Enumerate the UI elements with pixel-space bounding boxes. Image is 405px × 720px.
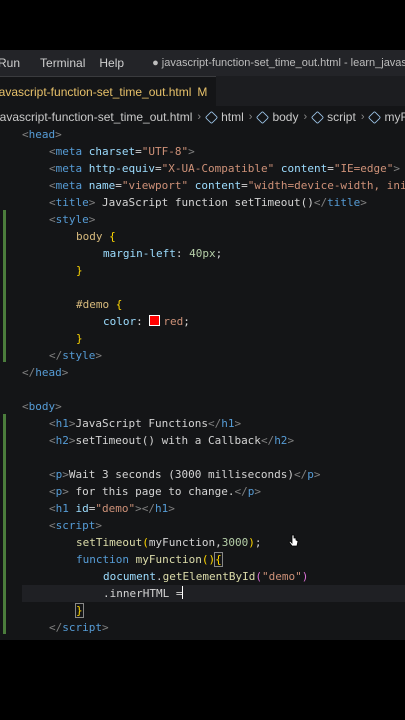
code-line: #demo { bbox=[76, 298, 123, 311]
meta-content-value: IE=edge bbox=[340, 162, 387, 175]
bottom-black-area bbox=[0, 640, 405, 720]
code-line: <h1 id="demo"></h1> bbox=[49, 502, 175, 515]
css-body-selector: body bbox=[76, 230, 103, 243]
code-line: <script> bbox=[49, 519, 102, 532]
breadcrumb-html-label: html bbox=[221, 110, 244, 124]
breadcrumb: javascript-function-set_time_out.html › … bbox=[0, 106, 405, 128]
breadcrumb-function-label: myFunction bbox=[384, 110, 405, 124]
color-swatch-icon[interactable] bbox=[149, 315, 161, 326]
code-line: </style> bbox=[49, 349, 102, 362]
h1-text: JavaScript Functions bbox=[75, 417, 208, 430]
code-line: <meta http-equiv="X-UA-Compatible" conte… bbox=[49, 162, 401, 175]
meta-name-value: viewport bbox=[128, 179, 182, 192]
title-text: JavaScript function setTimeout() bbox=[95, 196, 314, 209]
tab-bar: javascript-function-set_time_out.html M bbox=[0, 76, 405, 106]
code-line: <p>Wait 3 seconds (3000 milliseconds)</p… bbox=[49, 468, 321, 481]
css-margin-value: 40px bbox=[189, 247, 216, 260]
menu-item-terminal[interactable]: Terminal bbox=[40, 56, 93, 70]
css-color-prop: color bbox=[103, 315, 137, 328]
menu-item-help[interactable]: Help bbox=[99, 56, 132, 70]
code-line: </script> bbox=[49, 621, 109, 634]
fn-name: myFunction bbox=[135, 553, 202, 566]
function-icon bbox=[368, 110, 382, 124]
code-line: <meta name="viewport" content="width=dev… bbox=[49, 177, 405, 194]
git-change-bar bbox=[3, 414, 6, 634]
inner-prop: .innerHTML = bbox=[103, 587, 183, 600]
breadcrumb-file[interactable]: javascript-function-set_time_out.html bbox=[0, 110, 192, 124]
code-line: </head> bbox=[22, 366, 69, 379]
code-line: <body> bbox=[22, 400, 62, 413]
element-icon bbox=[204, 110, 219, 124]
code-line: <p> for this page to change.</p> bbox=[49, 485, 261, 498]
breadcrumb-body-label: body bbox=[272, 110, 299, 124]
editor-tab[interactable]: javascript-function-set_time_out.html M bbox=[0, 76, 216, 106]
modified-badge: M bbox=[197, 85, 208, 99]
call-arg2: 3000 bbox=[221, 536, 249, 549]
element-icon bbox=[256, 110, 270, 124]
breadcrumb-html[interactable]: html bbox=[204, 110, 244, 124]
breadcrumb-file-label: javascript-function-set_time_out.html bbox=[0, 110, 193, 124]
breadcrumb-script-label: script bbox=[327, 110, 356, 124]
meta-viewport-content: width=device-width, initial-scale=1.0 bbox=[254, 179, 405, 192]
code-line: body { bbox=[76, 230, 116, 243]
css-demo-selector: #demo bbox=[76, 298, 110, 311]
text-cursor bbox=[182, 586, 184, 599]
code-line: <meta charset="UTF-8"> bbox=[49, 145, 195, 158]
code-line: } bbox=[76, 264, 83, 277]
h1-id-value: demo bbox=[102, 502, 129, 515]
chevron-right-icon: › bbox=[360, 111, 365, 123]
code-line: } bbox=[75, 603, 84, 618]
breadcrumb-function[interactable]: myFunction bbox=[368, 110, 405, 124]
doc-obj: document bbox=[103, 570, 156, 583]
code-editor[interactable]: <head> <meta charset="UTF-8"> <meta http… bbox=[0, 128, 405, 640]
code-line: <h1>JavaScript Functions</h1> bbox=[49, 417, 242, 430]
mouse-pointer-icon bbox=[288, 534, 299, 547]
p1-text: Wait 3 seconds (3000 milliseconds) bbox=[68, 468, 295, 481]
call-fn: setTimeout bbox=[76, 536, 143, 549]
chevron-right-icon: › bbox=[303, 111, 308, 123]
chevron-right-icon: › bbox=[197, 111, 202, 123]
get-arg: "demo" bbox=[261, 570, 302, 583]
code-line: <head> bbox=[22, 128, 62, 141]
meta-charset-value: UTF-8 bbox=[148, 145, 182, 158]
code-line: color: red; bbox=[103, 315, 190, 328]
breadcrumb-script[interactable]: script bbox=[311, 110, 356, 124]
meta-http-equiv-value: X-UA-Compatible bbox=[168, 162, 268, 175]
h2-text: setTimeout() with a Callback bbox=[75, 434, 261, 447]
css-margin-prop: margin-left bbox=[103, 247, 176, 260]
window-title: ● javascript-function-set_time_out.html … bbox=[152, 57, 405, 69]
code-line: setTimeout(myFunction,3000); bbox=[76, 536, 262, 549]
get-method: getElementById bbox=[162, 570, 256, 583]
element-icon bbox=[311, 110, 325, 124]
code-line: function myFunction(){ bbox=[76, 552, 223, 567]
code-line: <style> bbox=[49, 213, 96, 226]
menu-item-run[interactable]: Run bbox=[0, 56, 28, 70]
git-change-bar bbox=[3, 210, 6, 362]
tab-label: javascript-function-set_time_out.html bbox=[0, 85, 192, 99]
css-color-value: red bbox=[163, 315, 184, 328]
call-arg1: myFunction bbox=[148, 536, 216, 549]
code-line: } bbox=[76, 332, 83, 345]
menu-bar: Run Terminal Help ● javascript-function-… bbox=[0, 50, 405, 76]
fn-keyword: function bbox=[76, 553, 129, 566]
chevron-right-icon: › bbox=[248, 111, 253, 123]
code-line: document.getElementById("demo") bbox=[103, 570, 309, 583]
code-line: margin-left: 40px; bbox=[103, 247, 223, 260]
breadcrumb-body[interactable]: body bbox=[256, 110, 299, 124]
code-line-active: .innerHTML = bbox=[22, 585, 405, 602]
code-line: <h2>setTimeout() with a Callback</h2> bbox=[49, 434, 295, 447]
code-line: <title> JavaScript function setTimeout()… bbox=[49, 196, 367, 209]
p2-text: for this page to change. bbox=[68, 485, 235, 498]
